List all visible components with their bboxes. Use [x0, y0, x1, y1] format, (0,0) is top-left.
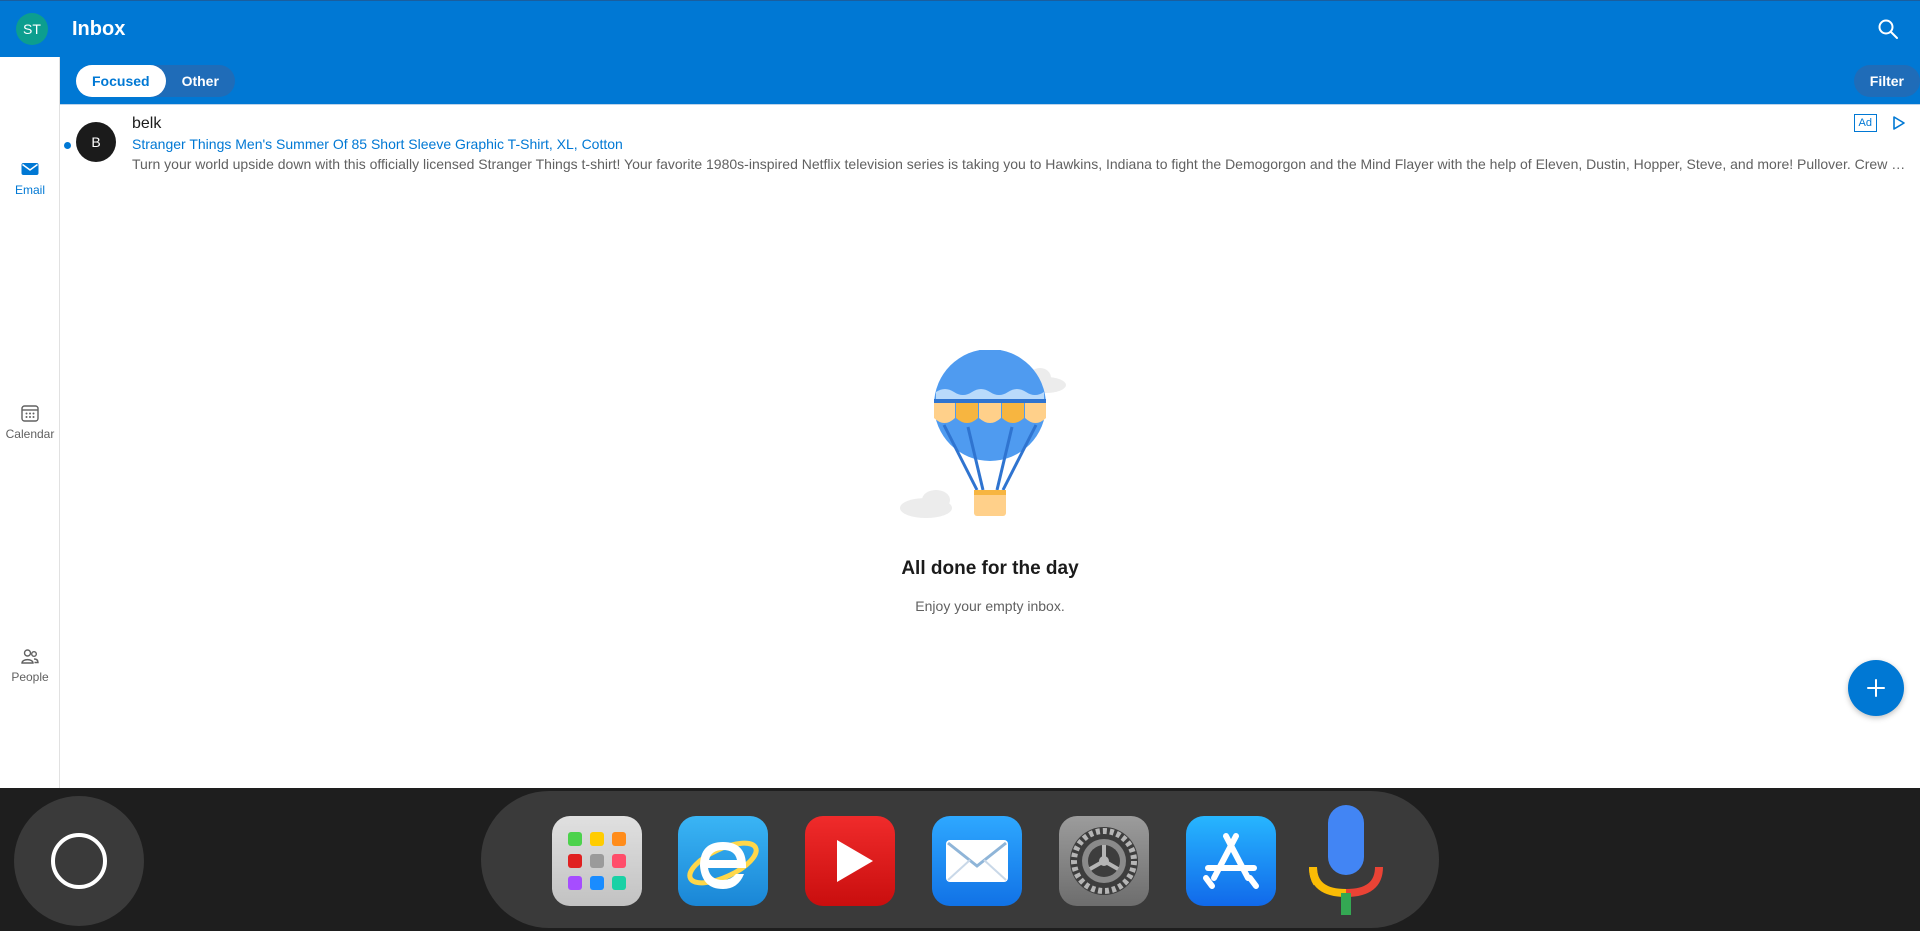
hot-air-balloon-illustration [900, 350, 1066, 518]
search-icon[interactable] [1876, 17, 1900, 41]
unread-indicator [64, 142, 71, 149]
calendar-icon [21, 405, 39, 422]
tab-focused[interactable]: Focused [76, 65, 166, 97]
mail-icon [21, 163, 39, 175]
home-button[interactable] [14, 796, 144, 926]
empty-state-title: All done for the day [901, 558, 1079, 579]
compose-button[interactable] [1848, 660, 1904, 716]
rail-label-calendar: Calendar [5, 427, 55, 441]
internet-explorer-icon[interactable] [678, 816, 768, 906]
message-subject: Stranger Things Men's Summer Of 85 Short… [132, 136, 623, 152]
empty-state-subtitle: Enjoy your empty inbox. [915, 598, 1065, 614]
rail-item-people[interactable]: People [0, 646, 60, 684]
app-header: ST Inbox [0, 0, 1920, 57]
rail-label-people: People [11, 670, 49, 684]
home-ring-icon [51, 833, 107, 889]
rail-label-email: Email [14, 183, 45, 197]
rail-item-email[interactable]: Email [0, 159, 60, 197]
youtube-icon[interactable] [805, 816, 895, 906]
user-avatar[interactable]: ST [16, 13, 48, 45]
filter-button[interactable]: Filter [1853, 65, 1920, 97]
mail-icon[interactable] [932, 816, 1022, 906]
people-icon [21, 649, 39, 664]
inbox-toolbar: Focused Other Filter [60, 57, 1920, 105]
settings-icon[interactable] [1059, 816, 1149, 906]
inbox-pivot: Focused Other [76, 65, 235, 97]
message-preview: Turn your world upside down with this of… [132, 156, 1907, 172]
page-title: Inbox [72, 18, 126, 40]
sender-avatar: B [76, 122, 116, 162]
launchpad-icon[interactable] [552, 816, 642, 906]
message-list-item[interactable]: B belk Stranger Things Men's Summer Of 8… [60, 106, 1920, 184]
plus-icon [1867, 679, 1885, 697]
tab-other[interactable]: Other [166, 65, 235, 97]
rail-item-calendar[interactable]: Calendar [0, 403, 60, 441]
app-store-icon[interactable] [1186, 816, 1276, 906]
ad-badge: Ad [1853, 114, 1877, 132]
voice-assistant-icon[interactable] [1301, 801, 1391, 921]
app-dock [481, 791, 1439, 928]
sender-name: belk [132, 115, 162, 132]
ad-choices-icon[interactable] [1892, 115, 1906, 131]
navigation-rail: Email Calendar People [0, 57, 60, 788]
